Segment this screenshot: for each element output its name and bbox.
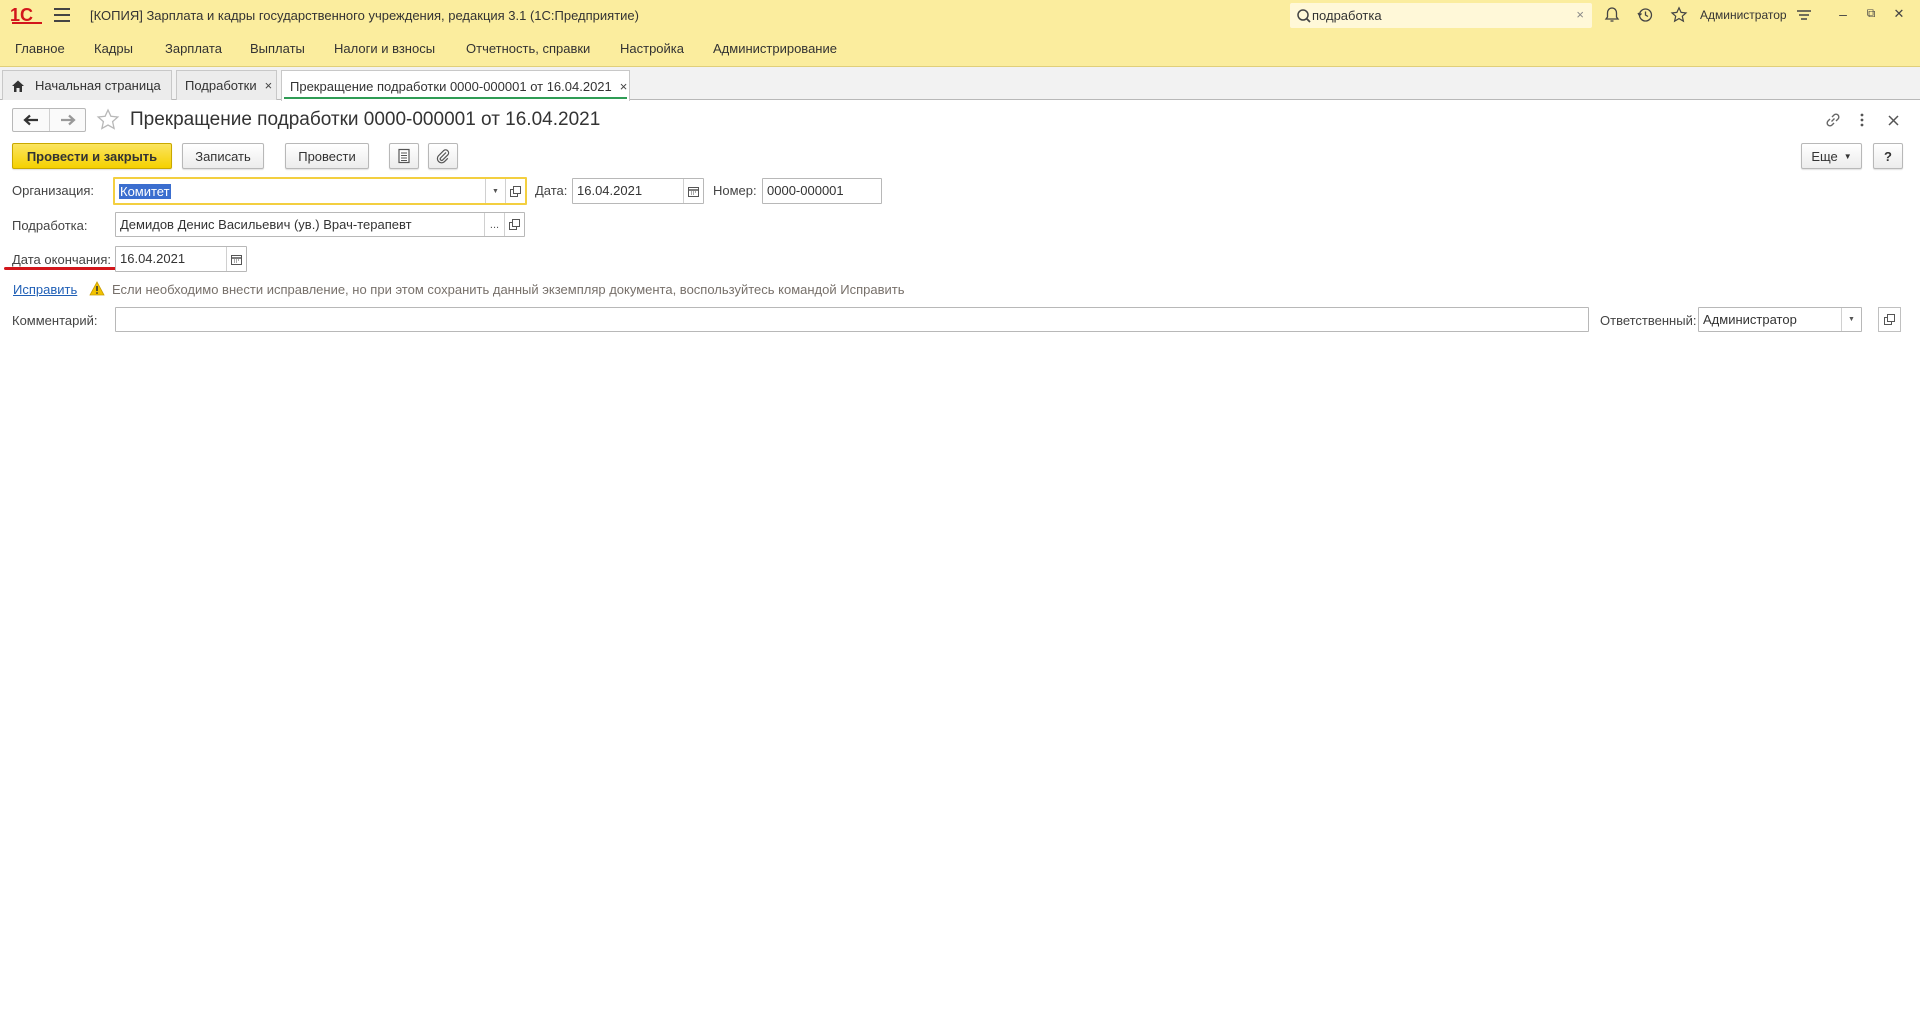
- tab-home-label: Начальная страница: [35, 78, 161, 93]
- end-date-value: 16.04.2021: [120, 251, 186, 266]
- paperclip-icon: [436, 149, 450, 164]
- help-button[interactable]: ?: [1873, 143, 1903, 169]
- open-windows-tabs: Начальная страница Подработки × Прекраще…: [0, 67, 1920, 101]
- home-icon: [12, 80, 24, 92]
- current-user[interactable]: Администратор: [1700, 8, 1787, 22]
- sidejob-select-button[interactable]: ...: [484, 213, 504, 236]
- main-menu-icon[interactable]: [54, 8, 70, 22]
- title-bar: 1С [КОПИЯ] Зарплата и кадры государствен…: [0, 0, 1920, 31]
- close-window-button[interactable]: ✕: [1890, 6, 1908, 24]
- section-main[interactable]: Главное: [15, 41, 65, 56]
- date-field[interactable]: 16.04.2021: [572, 178, 704, 204]
- save-button[interactable]: Записать: [182, 143, 264, 169]
- close-icon[interactable]: ×: [265, 78, 273, 93]
- open-window-icon: [510, 185, 521, 197]
- forward-button[interactable]: [49, 109, 85, 131]
- tab-document-label: Прекращение подработки 0000-000001 от 16…: [290, 78, 612, 94]
- sidejob-value: Демидов Денис Васильевич (ув.) Врач-тера…: [120, 217, 412, 232]
- tab-home[interactable]: Начальная страница: [2, 70, 172, 100]
- comment-label: Комментарий:: [12, 313, 98, 328]
- comment-field[interactable]: [115, 307, 1589, 332]
- number-label: Номер:: [713, 183, 757, 198]
- search-clear-icon[interactable]: ×: [1576, 7, 1584, 22]
- section-taxes[interactable]: Налоги и взносы: [334, 41, 435, 56]
- fix-link[interactable]: Исправить: [13, 282, 77, 297]
- report-button[interactable]: [389, 143, 419, 169]
- date-value: 16.04.2021: [577, 183, 643, 198]
- ellipsis-icon: ...: [489, 218, 500, 231]
- end-date-label: Дата окончания:: [12, 252, 111, 267]
- link-icon[interactable]: [1823, 110, 1843, 130]
- 1c-logo-icon[interactable]: 1С: [10, 4, 44, 26]
- settings-menu-icon[interactable]: [1795, 6, 1813, 24]
- tab-sidejobs-label: Подработки: [185, 78, 257, 93]
- responsible-open-button[interactable]: [1878, 307, 1901, 332]
- sections-panel: Главное Кадры Зарплата Выплаты Налоги и …: [0, 31, 1920, 67]
- page-title: Прекращение подработки 0000-000001 от 16…: [130, 109, 601, 130]
- number-field[interactable]: 0000-000001: [762, 178, 882, 204]
- highlight-underline: [4, 267, 117, 270]
- end-date-calendar-button[interactable]: [226, 247, 246, 271]
- app-title: [КОПИЯ] Зарплата и кадры государственног…: [90, 8, 639, 23]
- close-icon[interactable]: ×: [620, 79, 628, 94]
- section-salary[interactable]: Зарплата: [165, 41, 222, 56]
- close-form-icon[interactable]: [1883, 110, 1903, 130]
- section-payments[interactable]: Выплаты: [250, 41, 305, 56]
- document-list-icon: [398, 148, 410, 164]
- more-button[interactable]: Еще ▼: [1801, 143, 1862, 169]
- back-button[interactable]: [13, 109, 49, 131]
- search-input[interactable]: [1312, 6, 1562, 25]
- arrow-left-icon: [23, 114, 38, 126]
- tab-sidejobs[interactable]: Подработки ×: [176, 70, 277, 100]
- number-value: 0000-000001: [767, 183, 844, 198]
- attachments-button[interactable]: [428, 143, 458, 169]
- calendar-icon: [688, 186, 699, 197]
- open-window-icon: [509, 219, 520, 230]
- warning-text: Если необходимо внести исправление, но п…: [112, 282, 905, 297]
- warning-icon: [89, 281, 105, 296]
- responsible-dropdown-button[interactable]: ▼: [1841, 308, 1861, 331]
- search-icon: [1297, 9, 1311, 23]
- favorite-star-icon[interactable]: [96, 108, 120, 132]
- section-settings[interactable]: Настройка: [620, 41, 684, 56]
- chevron-down-icon: ▼: [1848, 316, 1855, 323]
- arrow-right-icon: [60, 114, 76, 126]
- history-icon[interactable]: [1636, 6, 1654, 24]
- search-box[interactable]: ×: [1290, 3, 1592, 28]
- date-label: Дата:: [535, 183, 568, 198]
- organization-label: Организация:: [12, 183, 95, 198]
- sidejob-label: Подработка:: [12, 218, 88, 233]
- calendar-icon: [231, 254, 242, 265]
- minimize-button[interactable]: –: [1834, 6, 1852, 24]
- more-button-label: Еще: [1811, 148, 1838, 164]
- open-window-icon: [1884, 314, 1895, 325]
- responsible-label: Ответственный:: [1600, 313, 1697, 328]
- responsible-value: Администратор: [1703, 312, 1797, 327]
- section-reports[interactable]: Отчетность, справки: [466, 41, 590, 56]
- organization-open-button[interactable]: [505, 179, 525, 203]
- organization-dropdown-button[interactable]: ▼: [485, 179, 505, 203]
- section-hr[interactable]: Кадры: [94, 41, 133, 56]
- section-administration[interactable]: Администрирование: [713, 41, 837, 56]
- sidejob-open-button[interactable]: [504, 213, 524, 236]
- post-and-close-button[interactable]: Провести и закрыть: [12, 143, 172, 169]
- chevron-down-icon: ▼: [1843, 151, 1852, 161]
- end-date-field[interactable]: 16.04.2021: [115, 246, 247, 272]
- organization-field[interactable]: Комитет ▼: [113, 177, 527, 205]
- date-calendar-button[interactable]: [683, 179, 703, 203]
- tab-document[interactable]: Прекращение подработки 0000-000001 от 16…: [281, 70, 630, 101]
- maximize-button[interactable]: ⧉: [1862, 6, 1880, 24]
- organization-value: Комитет: [119, 184, 171, 199]
- post-button[interactable]: Провести: [285, 143, 369, 169]
- sidejob-field[interactable]: Демидов Денис Васильевич (ув.) Врач-тера…: [115, 212, 525, 237]
- more-actions-icon[interactable]: [1852, 110, 1872, 130]
- chevron-down-icon: ▼: [492, 187, 499, 195]
- bell-icon[interactable]: [1603, 6, 1621, 24]
- responsible-field[interactable]: Администратор ▼: [1698, 307, 1862, 332]
- navigation-buttons: [12, 108, 86, 132]
- favorites-star-icon[interactable]: [1670, 6, 1688, 24]
